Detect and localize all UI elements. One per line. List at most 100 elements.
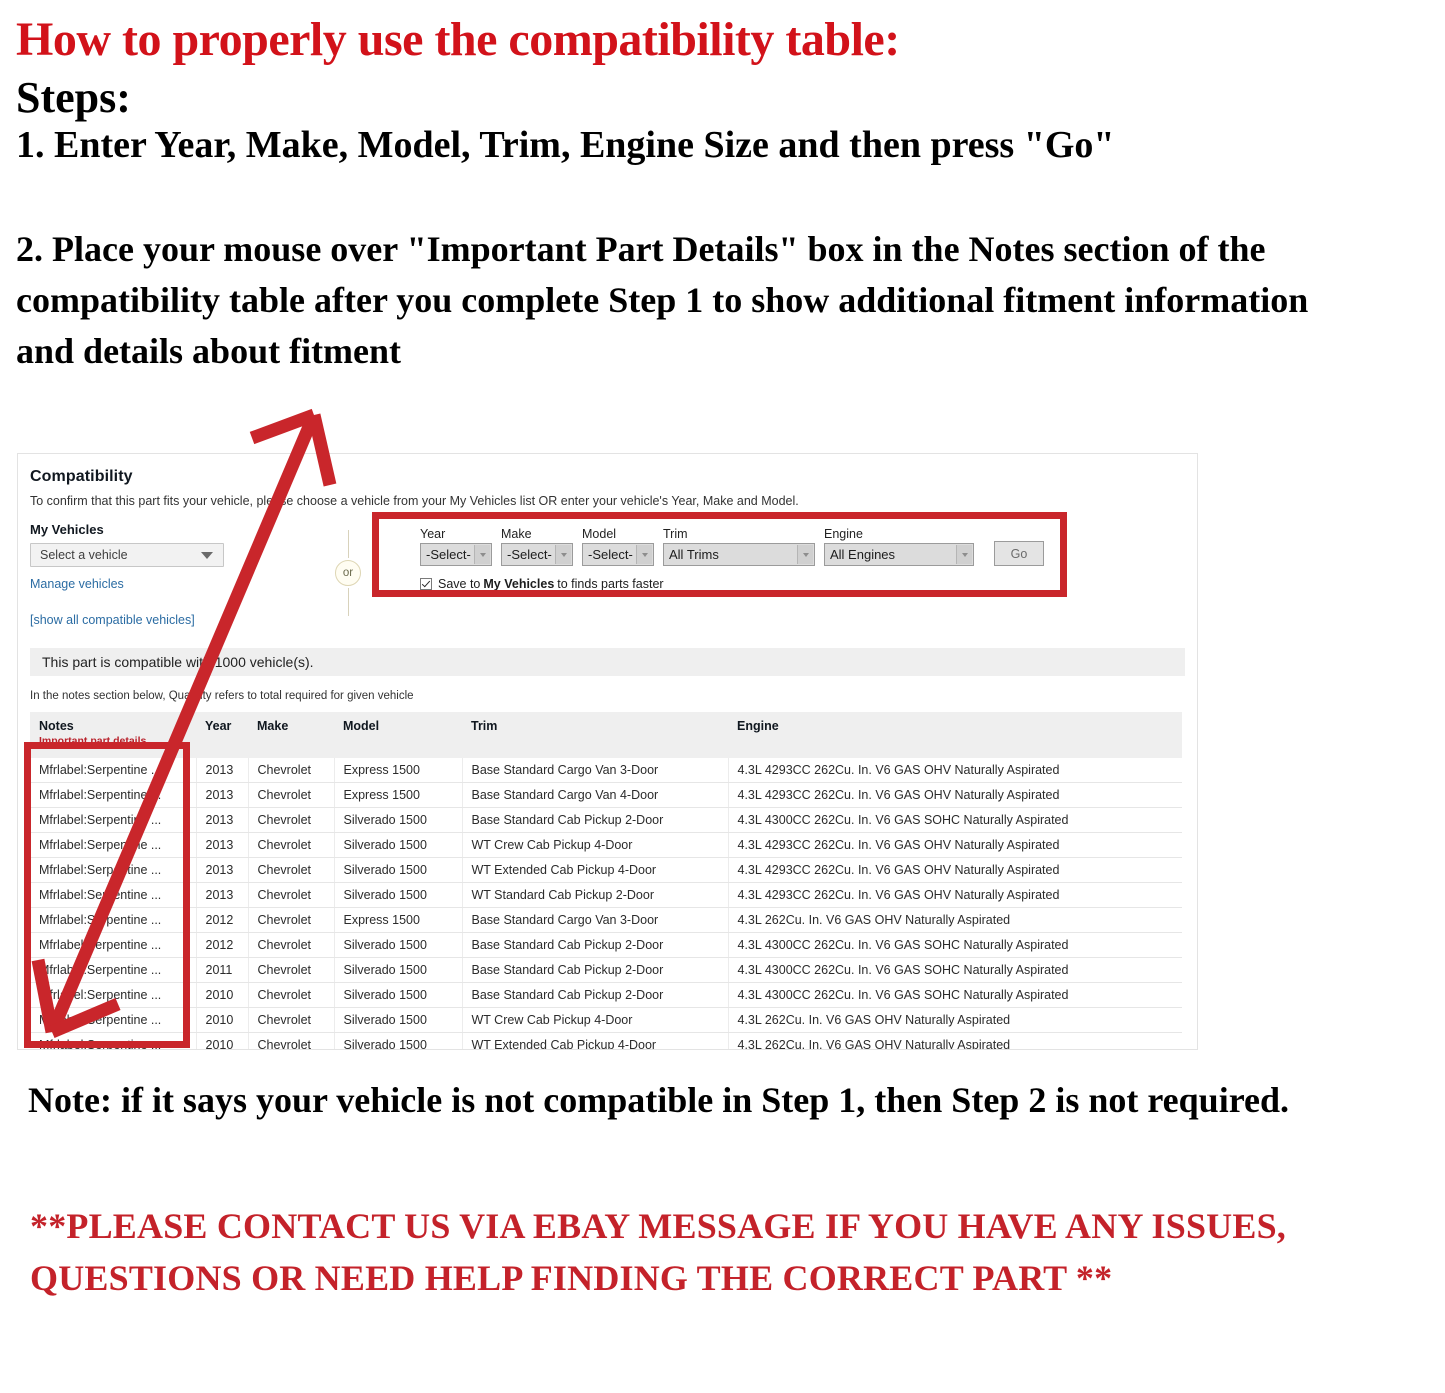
cell-notes: Mfrlabel:Serpentine ...	[30, 832, 197, 858]
cell-trim: Base Standard Cargo Van 3-Door	[462, 907, 729, 933]
instructions-block: How to properly use the compatibility ta…	[16, 13, 1416, 377]
my-vehicles-select[interactable]: Select a vehicle	[30, 543, 224, 567]
cell-trim: Base Standard Cab Pickup 2-Door	[462, 957, 729, 983]
cell-year: 2013	[196, 782, 249, 808]
engine-select-value: All Engines	[830, 547, 896, 562]
or-badge: or	[335, 560, 361, 586]
cell-model: Silverado 1500	[334, 1007, 463, 1033]
cell-engine: 4.3L 4293CC 262Cu. In. V6 GAS OHV Natura…	[728, 782, 1182, 808]
table-row: Mfrlabel:Serpentine ... 2013 Chevrolet Silv…	[30, 832, 1182, 858]
cell-notes: Mfrlabel:Serpentine ...	[30, 1032, 197, 1049]
cell-make: Chevrolet	[248, 857, 335, 883]
header-trim: Trim	[462, 712, 728, 758]
table-row: Mfrlabel:Serpentine ... 2013 Chevrolet Expr…	[30, 782, 1182, 808]
cell-make: Chevrolet	[248, 1007, 335, 1033]
cell-notes: Mfrlabel:Serpentine ...	[30, 807, 197, 833]
cell-notes: Mfrlabel:Serpentine ...	[30, 982, 197, 1008]
table-row: Mfrlabel:Serpentine ... 2013 Chevrolet Silv…	[30, 807, 1182, 833]
make-select[interactable]: -Select-	[501, 543, 573, 566]
make-field: Make -Select-	[501, 527, 573, 566]
compatibility-subtitle: To confirm that this part fits your vehi…	[30, 494, 799, 508]
my-vehicles-label: My Vehicles	[30, 522, 104, 537]
page-title: How to properly use the compatibility ta…	[16, 13, 900, 66]
vehicle-picker-row: My Vehicles Select a vehicle Manage vehi…	[30, 522, 1197, 640]
cell-notes: Mfrlabel:Serpentine ...	[30, 758, 197, 783]
header-model: Model	[334, 712, 462, 758]
cell-model: Silverado 1500	[334, 932, 463, 958]
engine-select[interactable]: All Engines	[824, 543, 974, 566]
make-label: Make	[501, 527, 532, 541]
cell-model: Express 1500	[334, 758, 463, 783]
table-row: Mfrlabel:Serpentine ... 2012 Chevrolet Expr…	[30, 907, 1182, 933]
save-prefix-text: Save to	[438, 577, 481, 591]
model-select-value: -Select-	[588, 547, 633, 562]
header-notes-label: Notes	[39, 719, 74, 733]
step-two-text: 2. Place your mouse over "Important Part…	[16, 228, 1309, 371]
trim-field: Trim All Trims	[663, 527, 815, 566]
model-select[interactable]: -Select-	[582, 543, 654, 566]
model-field: Model -Select-	[582, 527, 654, 566]
cell-notes: Mfrlabel:Serpentine ...	[30, 857, 197, 883]
compatibility-heading: Compatibility	[30, 468, 133, 485]
compatibility-panel: Compatibility To confirm that this part …	[17, 453, 1198, 1050]
table-row: Mfrlabel:Serpentine ... 2013 Chevrolet Silv…	[30, 882, 1182, 908]
cell-model: Silverado 1500	[334, 982, 463, 1008]
cell-engine: 4.3L 262Cu. In. V6 GAS OHV Naturally Asp…	[728, 1032, 1182, 1049]
cell-year: 2013	[196, 807, 249, 833]
fitment-table: Notes Important part details Year Make M…	[30, 712, 1182, 1049]
cell-year: 2013	[196, 758, 249, 783]
cell-trim: WT Crew Cab Pickup 4-Door	[462, 1007, 729, 1033]
trim-select[interactable]: All Trims	[663, 543, 815, 566]
quantity-note-text: In the notes section below, Quantity ref…	[30, 690, 414, 702]
cell-year: 2012	[196, 932, 249, 958]
cell-year: 2010	[196, 1032, 249, 1049]
cell-make: Chevrolet	[248, 807, 335, 833]
my-vehicles-section: My Vehicles Select a vehicle Manage vehi…	[30, 522, 360, 627]
cell-make: Chevrolet	[248, 832, 335, 858]
cell-notes: Mfrlabel:Serpentine ...	[30, 782, 197, 808]
cell-trim: WT Extended Cab Pickup 4-Door	[462, 1032, 729, 1049]
chevron-down-icon	[636, 545, 652, 564]
trim-label: Trim	[663, 527, 688, 541]
cell-trim: Base Standard Cargo Van 3-Door	[462, 758, 729, 783]
header-year: Year	[196, 712, 248, 758]
cell-engine: 4.3L 262Cu. In. V6 GAS OHV Naturally Asp…	[728, 1007, 1182, 1033]
chevron-down-icon	[555, 545, 571, 564]
table-row: Mfrlabel:Serpentine ... 2010 Chevrolet Silv…	[30, 1032, 1182, 1049]
or-line-bottom	[347, 588, 349, 616]
save-to-my-vehicles-row[interactable]: Save to My Vehicles to finds parts faste…	[420, 577, 1044, 591]
trim-select-value: All Trims	[669, 547, 719, 562]
show-all-compatible-vehicles-link[interactable]: [show all compatible vehicles]	[30, 613, 360, 627]
engine-label: Engine	[824, 527, 863, 541]
chevron-down-icon	[956, 545, 972, 564]
save-to-my-vehicles-checkbox[interactable]	[420, 578, 432, 590]
cell-engine: 4.3L 4293CC 262Cu. In. V6 GAS OHV Natura…	[728, 832, 1182, 858]
cell-engine: 4.3L 262Cu. In. V6 GAS OHV Naturally Asp…	[728, 907, 1182, 933]
header-notes: Notes Important part details	[30, 712, 196, 758]
cell-trim: WT Standard Cab Pickup 2-Door	[462, 882, 729, 908]
cell-model: Silverado 1500	[334, 882, 463, 908]
table-row: Mfrlabel:Serpentine ... 2010 Chevrolet Silv…	[30, 1007, 1182, 1033]
cell-model: Silverado 1500	[334, 857, 463, 883]
footer-contact-text: **PLEASE CONTACT US VIA EBAY MESSAGE IF …	[30, 1206, 1287, 1299]
cell-engine: 4.3L 4293CC 262Cu. In. V6 GAS OHV Natura…	[728, 758, 1182, 783]
cell-engine: 4.3L 4300CC 262Cu. In. V6 GAS SOHC Natur…	[728, 982, 1182, 1008]
steps-label: Steps:	[16, 72, 131, 122]
cell-engine: 4.3L 4300CC 262Cu. In. V6 GAS SOHC Natur…	[728, 957, 1182, 983]
header-notes-sublabel: Important part details	[39, 735, 147, 747]
cell-trim: Base Standard Cargo Van 4-Door	[462, 782, 729, 808]
go-button[interactable]: Go	[994, 541, 1044, 566]
table-row: Mfrlabel:Serpentine ... 2011 Chevrolet Silv…	[30, 957, 1182, 983]
cell-model: Silverado 1500	[334, 1032, 463, 1049]
chevron-down-icon	[474, 545, 490, 564]
chevron-down-icon	[201, 551, 213, 559]
cell-trim: WT Crew Cab Pickup 4-Door	[462, 832, 729, 858]
cell-notes: Mfrlabel:Serpentine ...	[30, 882, 197, 908]
cell-engine: 4.3L 4300CC 262Cu. In. V6 GAS SOHC Natur…	[728, 932, 1182, 958]
fitment-table-body: Mfrlabel:Serpentine ... 2013 Chevrolet Expr…	[30, 758, 1182, 1049]
engine-field: Engine All Engines	[824, 527, 974, 566]
or-line-top	[347, 530, 349, 558]
cell-make: Chevrolet	[248, 982, 335, 1008]
manage-vehicles-link[interactable]: Manage vehicles	[30, 577, 360, 591]
year-select[interactable]: -Select-	[420, 543, 492, 566]
